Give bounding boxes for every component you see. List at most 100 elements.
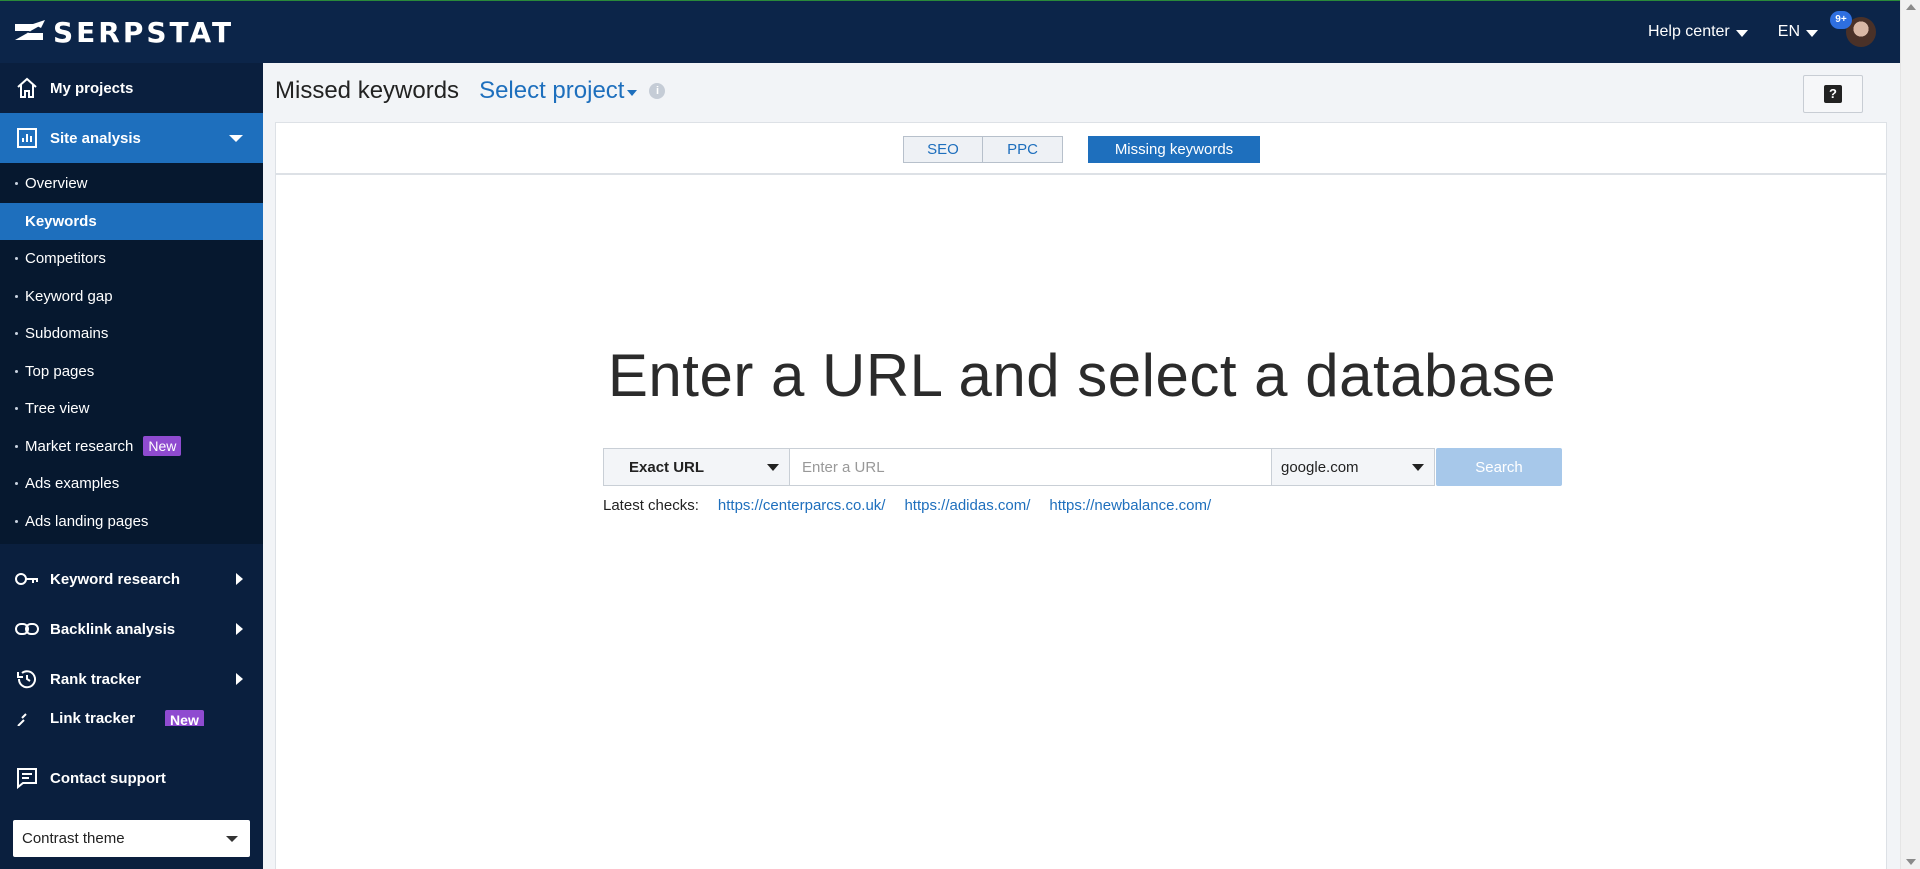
content-panel: SEO PPC Missing keywords Enter a URL and… <box>275 122 1887 869</box>
chevron-down-icon <box>1412 463 1424 471</box>
sidebar-item-label: Keywords <box>25 212 97 230</box>
contact-support-button[interactable]: Contact support <box>0 753 263 803</box>
latest-checks-label: Latest checks: <box>603 497 699 514</box>
serpstat-logo[interactable]: SERPSTAT <box>13 15 235 49</box>
link-icon <box>14 616 40 642</box>
bullet-icon <box>15 407 18 411</box>
sidebar-item-tree-view[interactable]: Tree view <box>0 390 263 428</box>
sidebar-item-backlink-analysis[interactable]: Backlink analysis <box>0 604 263 654</box>
chevron-down-icon <box>1735 29 1748 37</box>
main-area: Missed keywords Select project i ? SEO P… <box>263 63 1900 869</box>
tab-seo[interactable]: SEO <box>903 136 983 163</box>
notification-badge: 9+ <box>1830 11 1852 29</box>
search-button[interactable]: Search <box>1436 448 1562 486</box>
chat-icon <box>14 765 40 791</box>
bullet-icon <box>15 482 18 486</box>
hero-heading: Enter a URL and select a database <box>607 342 1557 409</box>
sidebar: My projects Site analysis Overview Keywo… <box>0 63 263 869</box>
sidebar-item-top-pages[interactable]: Top pages <box>0 353 263 391</box>
scroll-up-icon[interactable] <box>1906 4 1916 10</box>
sidebar-item-label: Overview <box>25 175 88 193</box>
language-menu[interactable]: EN <box>1778 23 1818 41</box>
bullet-icon <box>15 294 18 298</box>
link-tracker-icon <box>14 710 40 726</box>
sidebar-item-label: Keyword gap <box>25 287 113 305</box>
bullet-icon <box>15 332 18 336</box>
chevron-down-icon <box>226 835 238 842</box>
sidebar-item-link-tracker[interactable]: Link tracker New <box>0 704 263 726</box>
sidebar-item-my-projects[interactable]: My projects <box>0 63 263 113</box>
theme-select[interactable]: Contrast theme <box>13 820 250 857</box>
logo-icon <box>13 20 47 44</box>
latest-check-link[interactable]: https://adidas.com/ <box>904 497 1030 514</box>
help-center-label: Help center <box>1647 23 1730 40</box>
scroll-down-icon[interactable] <box>1906 859 1916 865</box>
sidebar-item-keyword-gap[interactable]: Keyword gap <box>0 278 263 316</box>
page-scrollbar[interactable] <box>1900 0 1920 869</box>
bullet-icon <box>15 444 18 448</box>
sidebar-item-rank-tracker[interactable]: Rank tracker <box>0 654 263 704</box>
info-icon[interactable]: i <box>649 83 666 99</box>
bullet-icon <box>15 519 18 523</box>
sidebar-item-label: Tree view <box>25 400 90 418</box>
new-badge: New <box>143 436 182 457</box>
sidebar-item-label: My projects <box>50 79 134 97</box>
contact-support-label: Contact support <box>50 769 166 787</box>
project-select-label: Select project <box>479 77 625 104</box>
home-icon <box>14 75 40 101</box>
search-type-select[interactable]: Exact URL <box>603 448 790 486</box>
sidebar-item-ads-examples[interactable]: Ads examples <box>0 465 263 503</box>
sidebar-item-label: Keyword research <box>50 570 181 588</box>
help-center-menu[interactable]: Help center <box>1648 23 1748 41</box>
tabs-bar: SEO PPC Missing keywords <box>276 123 1886 175</box>
sidebar-item-label: Rank tracker <box>50 670 141 688</box>
top-bar: SERPSTAT Help center EN 9+ <box>0 0 1900 63</box>
chevron-down-icon <box>1806 29 1818 37</box>
database-value: google.com <box>1281 458 1359 476</box>
sidebar-item-overview[interactable]: Overview <box>0 165 263 203</box>
chevron-down-icon <box>627 90 638 96</box>
tab-ppc[interactable]: PPC <box>983 136 1063 163</box>
site-analysis-submenu: Overview Keywords Competitors Keyword ga… <box>0 163 263 544</box>
sidebar-item-label: Top pages <box>25 362 95 380</box>
sidebar-item-label: Subdomains <box>25 325 109 343</box>
bullet-icon <box>15 257 18 261</box>
history-icon <box>14 666 40 692</box>
sidebar-item-label: Link tracker <box>50 710 136 726</box>
sidebar-item-site-analysis[interactable]: Site analysis <box>0 113 263 163</box>
logo-text: SERPSTAT <box>53 15 235 49</box>
sidebar-item-ads-landing-pages[interactable]: Ads landing pages <box>0 503 263 541</box>
search-form: Exact URL Enter a URL google.com Search <box>603 448 1562 486</box>
sidebar-item-keywords[interactable]: Keywords <box>0 202 263 240</box>
sidebar-item-label: Competitors <box>25 250 106 268</box>
tab-missing-keywords[interactable]: Missing keywords <box>1088 136 1260 163</box>
theme-select-value: Contrast theme <box>22 830 125 847</box>
url-input-placeholder: Enter a URL <box>802 458 885 476</box>
chevron-right-icon <box>236 573 243 585</box>
database-select[interactable]: google.com <box>1272 448 1435 486</box>
avatar[interactable]: 9+ <box>1830 11 1876 47</box>
help-button[interactable]: ? <box>1803 75 1863 113</box>
chevron-right-icon <box>236 673 243 685</box>
latest-check-link[interactable]: https://centerparcs.co.uk/ <box>718 497 886 514</box>
sidebar-item-competitors[interactable]: Competitors <box>0 240 263 278</box>
url-input[interactable]: Enter a URL <box>790 448 1272 486</box>
question-icon: ? <box>1824 85 1842 103</box>
sidebar-item-market-research[interactable]: Market research New <box>0 428 263 466</box>
latest-checks: Latest checks: https://centerparcs.co.uk… <box>603 497 1230 514</box>
bullet-icon <box>15 182 18 186</box>
latest-check-link[interactable]: https://newbalance.com/ <box>1049 497 1211 514</box>
sidebar-item-label: Backlink analysis <box>50 620 176 638</box>
search-type-value: Exact URL <box>629 458 705 476</box>
sidebar-item-label: Market research <box>25 437 134 455</box>
chevron-down-icon <box>229 134 243 142</box>
sidebar-item-keyword-research[interactable]: Keyword research <box>0 554 263 604</box>
new-badge: New <box>165 710 204 726</box>
sidebar-item-label: Ads landing pages <box>25 512 149 530</box>
chevron-right-icon <box>236 623 243 635</box>
project-select[interactable]: Select project <box>479 77 638 105</box>
chevron-down-icon <box>767 463 779 471</box>
page-title: Missed keywords <box>275 77 460 104</box>
sidebar-item-subdomains[interactable]: Subdomains <box>0 315 263 353</box>
bullet-icon <box>15 369 18 373</box>
